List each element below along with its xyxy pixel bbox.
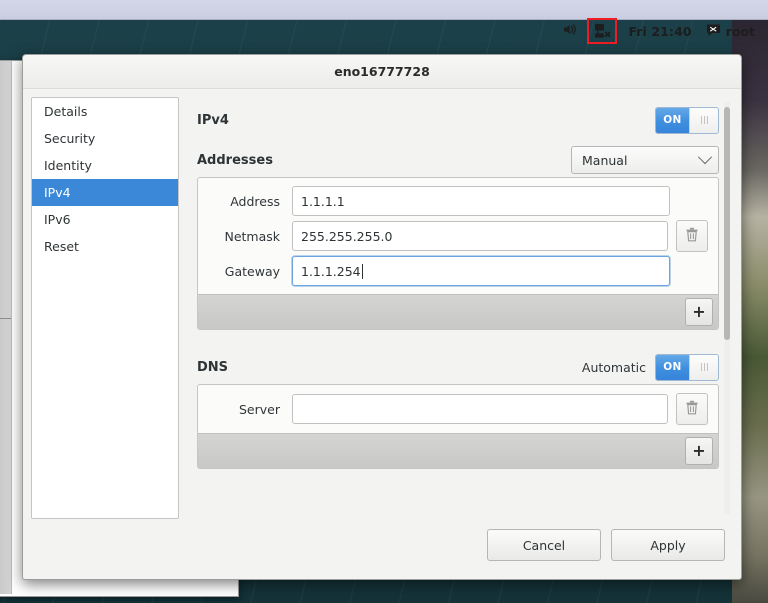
delete-dns-server-button[interactable] [676, 393, 708, 425]
sidebar-item-identity[interactable]: Identity [32, 152, 178, 179]
dns-rows: Server [198, 385, 718, 433]
user-menu-button[interactable]: root [699, 19, 762, 43]
gateway-row: Gateway 1.1.1.254 [198, 254, 718, 288]
knob-grip-line [703, 116, 705, 124]
ipv4-title: IPv4 [197, 112, 229, 128]
delete-address-button[interactable] [676, 220, 708, 252]
dns-header-controls: Automatic ON [581, 353, 719, 381]
chevron-down-icon [697, 150, 713, 165]
netmask-input[interactable]: 255.255.255.0 [292, 221, 668, 251]
netmask-row: Netmask 255.255.255.0 [198, 218, 718, 254]
settings-sidebar: Details Security Identity IPv4 IPv6 Rese… [31, 97, 179, 519]
system-tray: Fri 21:40 root [555, 18, 768, 44]
gateway-input[interactable]: 1.1.1.254 [292, 256, 670, 286]
sidebar-item-reset[interactable]: Reset [32, 233, 178, 260]
address-row: Address 1.1.1.1 [198, 184, 718, 218]
address-method-dropdown[interactable]: Manual [571, 146, 719, 174]
trash-icon [685, 400, 699, 419]
ipv4-toggle-on-label: ON [656, 107, 689, 133]
knob-grip-line [700, 116, 702, 124]
dns-server-label: Server [239, 401, 280, 417]
sidebar-column: Details Security Identity IPv4 IPv6 Rese… [23, 97, 187, 519]
addresses-list-footer: + [198, 294, 718, 329]
add-dns-server-button[interactable]: + [685, 437, 713, 465]
knob-grip-line [703, 363, 705, 371]
knob-grip-line [706, 363, 708, 371]
apply-button[interactable]: Apply [611, 529, 725, 561]
knob-grip-line [700, 363, 702, 371]
address-label: Address [230, 193, 280, 209]
dialog-action-bar: Cancel Apply [23, 519, 741, 579]
network-tray-button[interactable] [585, 18, 621, 44]
sidebar-item-label: Identity [44, 158, 92, 173]
sidebar-item-security[interactable]: Security [32, 125, 178, 152]
clock[interactable]: Fri 21:40 [621, 19, 698, 43]
dns-automatic-toggle[interactable]: ON [655, 353, 719, 381]
sidebar-item-ipv4[interactable]: IPv4 [32, 179, 178, 206]
network-disconnected-icon [587, 18, 618, 44]
dns-server-row: Server [198, 391, 718, 427]
sidebar-item-label: Reset [44, 239, 79, 254]
address-input[interactable]: 1.1.1.1 [292, 186, 670, 216]
network-settings-dialog: eno16777728 Details Security Identity IP [22, 54, 742, 580]
volume-tray-button[interactable] [555, 19, 585, 43]
speaker-icon [562, 22, 578, 40]
netmask-input-value: 255.255.255.0 [301, 228, 393, 244]
addresses-title: Addresses [197, 152, 273, 168]
dns-section-header: DNS Automatic ON [197, 350, 719, 384]
cancel-button[interactable]: Cancel [487, 529, 601, 561]
sidebar-item-details[interactable]: Details [32, 98, 178, 125]
netmask-label: Netmask [224, 228, 280, 244]
add-address-button[interactable]: + [685, 298, 713, 326]
scrollbar-thumb[interactable] [724, 107, 730, 340]
dns-title: DNS [197, 359, 229, 375]
address-input-value: 1.1.1.1 [301, 193, 345, 209]
settings-scrollbar[interactable] [721, 101, 733, 515]
ipv4-toggle[interactable]: ON [655, 106, 719, 134]
top-panel [0, 0, 768, 20]
dns-server-input[interactable] [292, 394, 668, 424]
user-name-label: root [725, 23, 755, 39]
sidebar-item-label: IPv6 [44, 212, 71, 227]
dialog-body: Details Security Identity IPv4 IPv6 Rese… [23, 89, 741, 519]
gateway-input-value: 1.1.1.254 [301, 263, 361, 279]
dns-automatic-label: Automatic [581, 359, 646, 375]
dns-toggle-knob [689, 354, 718, 380]
dns-list: Server + [197, 384, 719, 469]
dialog-title: eno16777728 [334, 64, 430, 79]
sidebar-item-ipv6[interactable]: IPv6 [32, 206, 178, 233]
sidebar-item-label: Details [44, 104, 88, 119]
addresses-section-header: Addresses Manual [197, 143, 719, 177]
dns-toggle-on-label: ON [656, 354, 689, 380]
settings-scroll-area: IPv4 ON Addresses Manual Address 1.1.1.1… [197, 97, 719, 519]
ipv4-section-header: IPv4 ON [197, 103, 719, 137]
settings-content-column: IPv4 ON Addresses Manual Address 1.1.1.1… [187, 97, 741, 519]
ipv4-toggle-knob [689, 107, 718, 133]
chat-icon [706, 23, 721, 40]
desktop-screen: Fri 21:40 root eno16777728 Details Secur… [0, 0, 768, 603]
dialog-titlebar: eno16777728 [23, 55, 741, 89]
text-cursor [361, 263, 363, 279]
addresses-list: Address 1.1.1.1 Netmask 255.255.255.0 Ga… [197, 177, 719, 330]
trash-icon [685, 227, 699, 246]
sidebar-item-label: Security [44, 131, 96, 146]
sidebar-item-label: IPv4 [44, 185, 71, 200]
knob-grip-line [706, 116, 708, 124]
gateway-label: Gateway [224, 263, 280, 279]
address-method-value: Manual [582, 152, 628, 168]
addresses-rows: Address 1.1.1.1 Netmask 255.255.255.0 Ga… [198, 178, 718, 294]
dns-list-footer: + [198, 433, 718, 468]
